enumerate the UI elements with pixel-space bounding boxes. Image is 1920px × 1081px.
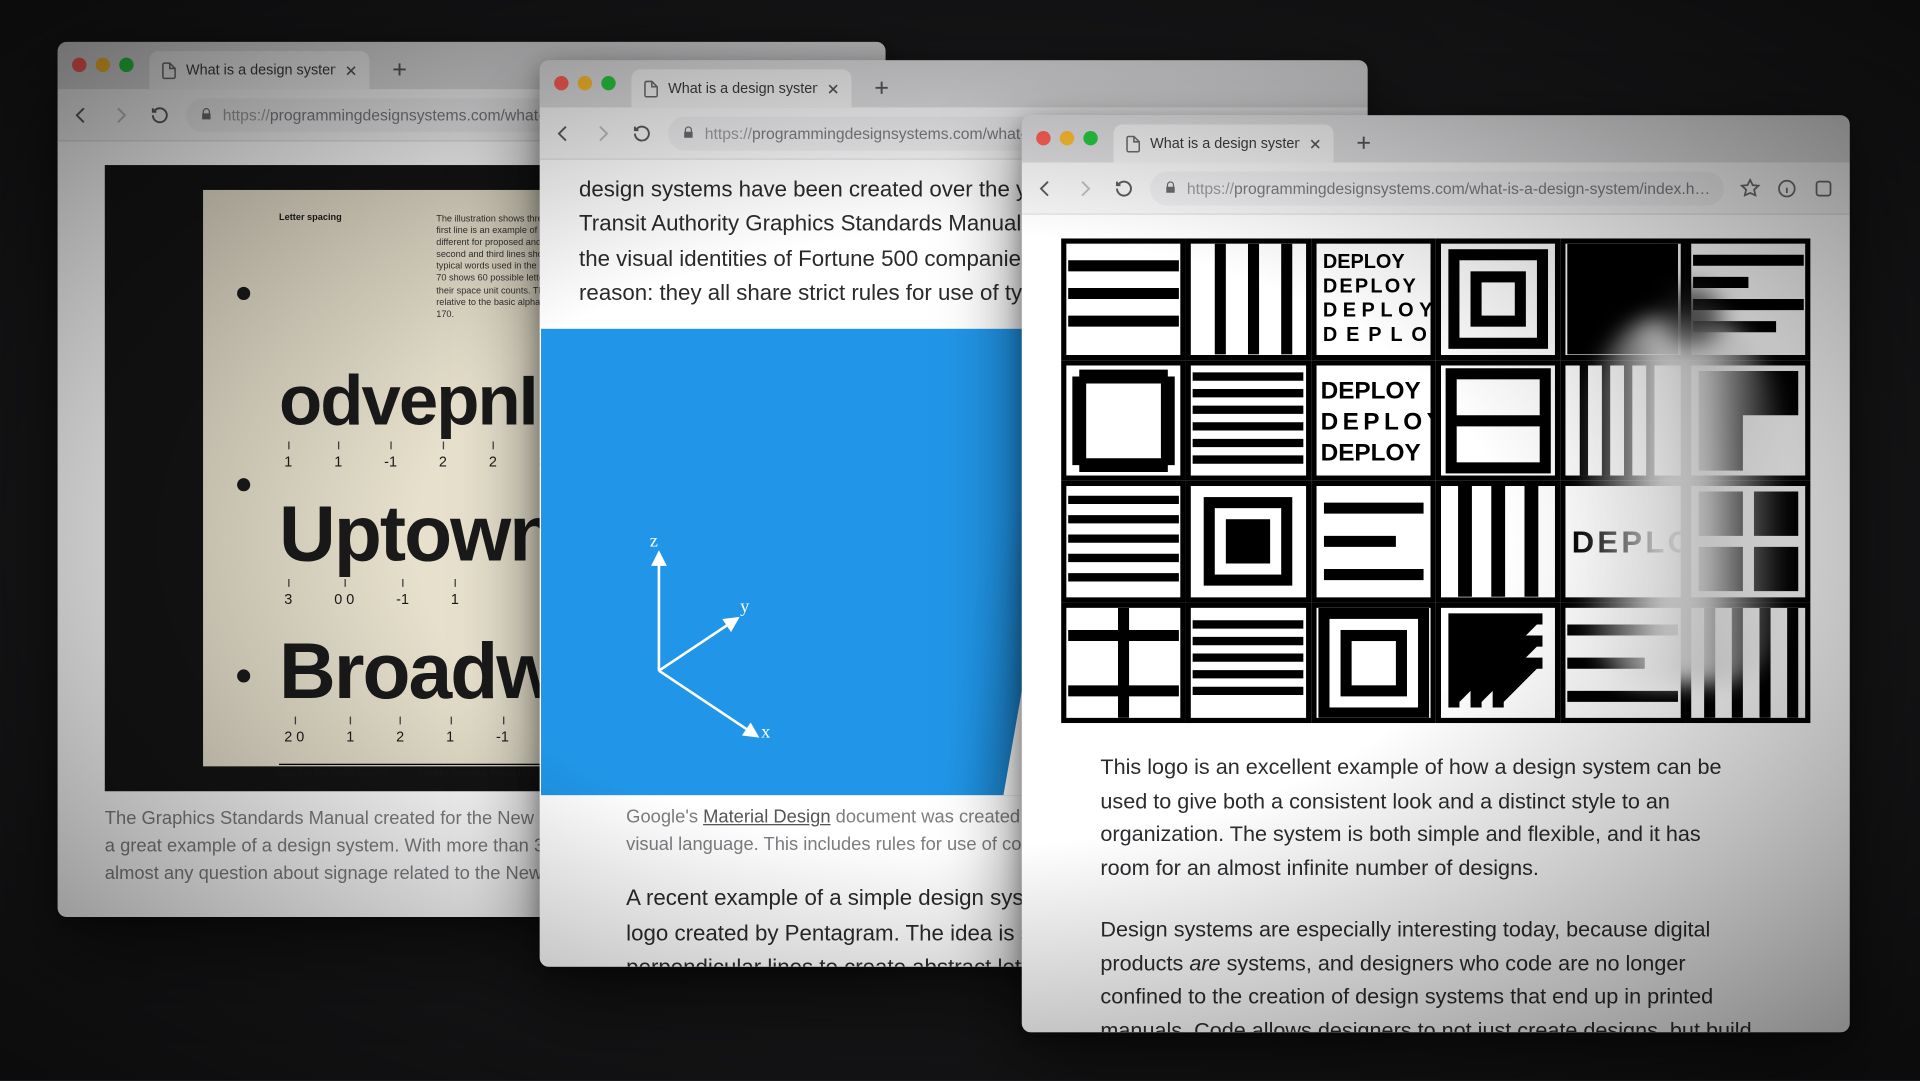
extension-icon[interactable] [1812, 178, 1833, 199]
back-icon[interactable] [71, 104, 92, 125]
browser-window-3: What is a design system? - Pro https://p… [1022, 115, 1850, 1032]
svg-text:DEPLOY: DEPLOY [1320, 439, 1420, 466]
new-tab-button[interactable] [383, 52, 417, 86]
tab-strip: What is a design system? - Pro [540, 60, 1368, 107]
axis-label-x: x [761, 724, 770, 745]
tab-title: What is a design system? - Pro [186, 62, 335, 78]
reload-icon[interactable] [149, 104, 170, 125]
info-icon[interactable] [1776, 178, 1797, 199]
maximize-window-button[interactable] [601, 76, 615, 90]
body-paragraph-1: This logo is an excellent example of how… [1100, 752, 1752, 886]
close-window-button[interactable] [554, 76, 568, 90]
url-text: https://programmingdesignsystems.com/wha… [223, 105, 583, 123]
page-icon [642, 79, 660, 97]
browser-tab[interactable]: What is a design system? - Pro [1114, 124, 1334, 162]
svg-text:DEPLOY: DEPLOY [1320, 377, 1420, 404]
new-tab-button[interactable] [1347, 126, 1381, 160]
page-viewport[interactable]: DEPLOYDEPLOYDEPLOYDEPLOY DEPLOYDEPLOYDEP… [1022, 215, 1850, 1032]
reload-icon[interactable] [631, 122, 652, 143]
lock-icon [199, 107, 213, 121]
svg-text:DEPLOY: DEPLOY [1320, 408, 1430, 435]
maximize-window-button[interactable] [119, 58, 133, 72]
body-paragraph-2: Design systems are especially interestin… [1100, 915, 1752, 1033]
close-window-button[interactable] [1036, 131, 1050, 145]
manual-foot-left: New York City Transit Authority [279, 770, 386, 778]
manual-foot-mid: Graphics Standards Manual 1970 [418, 770, 535, 778]
svg-text:DEPLOY: DEPLOY [1322, 251, 1404, 273]
new-tab-button[interactable] [865, 71, 899, 105]
url-text: https://programmingdesignsystems.com/wha… [1187, 179, 1710, 197]
maximize-window-button[interactable] [1083, 131, 1097, 145]
window-controls [1036, 131, 1098, 145]
minimize-window-button[interactable] [1060, 131, 1074, 145]
svg-text:DEPLOY: DEPLOY [1322, 300, 1430, 322]
tab-strip: What is a design system? - Pro [1022, 115, 1850, 162]
link-material-design[interactable]: Material Design [703, 806, 830, 827]
close-tab-icon[interactable] [343, 62, 359, 78]
back-icon[interactable] [553, 122, 574, 143]
profile-avatar[interactable]: R [1849, 174, 1850, 203]
reload-icon[interactable] [1114, 178, 1135, 199]
tab-title: What is a design system? - Pro [668, 81, 817, 97]
back-icon[interactable] [1035, 178, 1056, 199]
xyz-axes-icon: z y x [607, 540, 790, 756]
forward-icon[interactable] [592, 122, 613, 143]
axis-label-y: y [740, 598, 749, 619]
window-controls [554, 76, 616, 90]
page-icon [160, 61, 178, 79]
page-icon [1124, 134, 1142, 152]
browser-toolbar: https://programmingdesignsystems.com/wha… [1022, 162, 1850, 214]
axis-label-z: z [650, 532, 658, 553]
close-tab-icon[interactable] [1307, 136, 1323, 152]
lock-icon [1163, 181, 1177, 195]
svg-text:DEPLOY: DEPLOY [1322, 324, 1430, 346]
window-controls [72, 58, 134, 72]
manual-header-title: Letter spacing [279, 214, 397, 321]
close-tab-icon[interactable] [825, 81, 841, 97]
address-bar[interactable]: https://programmingdesignsystems.com/wha… [1150, 171, 1723, 205]
url-text: https://programmingdesignsystems.com/wha… [705, 124, 1065, 142]
close-window-button[interactable] [72, 58, 86, 72]
figure-deploy-pattern: DEPLOYDEPLOYDEPLOYDEPLOY DEPLOYDEPLOYDEP… [1061, 238, 1810, 723]
minimize-window-button[interactable] [578, 76, 592, 90]
browser-tab[interactable]: What is a design system? - Pro [631, 69, 851, 107]
tab-title: What is a design system? - Pro [1150, 136, 1299, 152]
forward-icon[interactable] [110, 104, 131, 125]
browser-tab[interactable]: What is a design system? - Pro [149, 51, 369, 89]
forward-icon[interactable] [1074, 178, 1095, 199]
star-icon[interactable] [1739, 178, 1760, 199]
svg-text:DEPLOY: DEPLOY [1322, 275, 1417, 297]
lock-icon [681, 126, 695, 140]
blurred-person [1577, 317, 1787, 684]
minimize-window-button[interactable] [96, 58, 110, 72]
